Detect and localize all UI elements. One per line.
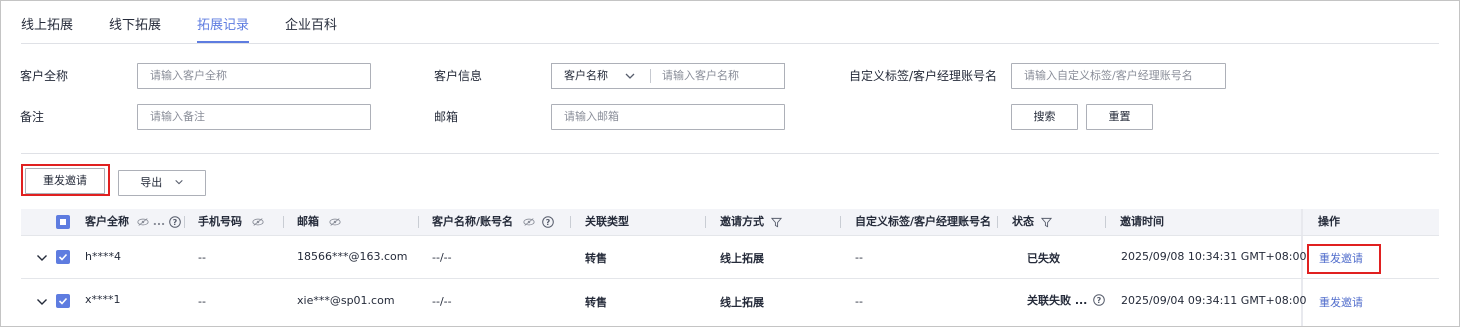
export-label: 导出 bbox=[140, 176, 163, 189]
cell-method: 线上拓展 bbox=[720, 296, 764, 309]
cell-status: 已失效 bbox=[1027, 252, 1060, 265]
cell-phone: -- bbox=[198, 251, 206, 264]
cell-email: 18566***@163.com bbox=[297, 250, 408, 263]
tab-online-expansion[interactable]: 线上拓展 bbox=[21, 1, 73, 43]
row-checkbox[interactable] bbox=[56, 250, 70, 264]
filter-icon[interactable] bbox=[770, 217, 782, 228]
tab-expansion-records[interactable]: 拓展记录 bbox=[197, 1, 250, 43]
cell-method: 线上拓展 bbox=[720, 252, 764, 265]
tab-enterprise-encyclopedia[interactable]: 企业百科 bbox=[285, 1, 337, 43]
indeterminate-icon bbox=[60, 219, 66, 225]
cell-time: 2025/09/04 09:34:11 GMT+08:00 bbox=[1121, 294, 1307, 307]
customer-full-name-label: 客户全称 bbox=[20, 69, 69, 83]
svg-text:?: ? bbox=[1097, 296, 1102, 305]
cell-email: xie***@sp01.com bbox=[297, 294, 395, 307]
filter-icon[interactable] bbox=[1040, 217, 1052, 228]
col-account: 客户名称/账号名 ? bbox=[432, 209, 554, 235]
col-invite-method-label: 邀请方式 bbox=[720, 215, 764, 228]
col-account-label: 客户名称/账号名 bbox=[432, 215, 514, 228]
eye-hidden-icon[interactable] bbox=[329, 217, 341, 227]
help-icon[interactable]: ? bbox=[169, 216, 181, 228]
col-status-label: 状态 bbox=[1012, 215, 1034, 228]
chevron-down-icon[interactable] bbox=[36, 252, 48, 264]
cell-name: x****1 bbox=[85, 293, 121, 306]
cell-status: 关联失败 ... ? bbox=[1027, 292, 1106, 308]
email-label: 邮箱 bbox=[434, 110, 459, 124]
customer-info-combo: 客户名称 请输入客户名称 bbox=[551, 63, 785, 89]
cell-phone: -- bbox=[198, 295, 206, 308]
custom-tag-label: 自定义标签/客户经理账号名 bbox=[849, 69, 998, 83]
col-email: 邮箱 bbox=[297, 209, 341, 235]
cell-relation: 转售 bbox=[585, 252, 607, 265]
tab-bar: 线上拓展 线下拓展 拓展记录 企业百科 bbox=[21, 1, 373, 43]
eye-hidden-icon[interactable] bbox=[523, 217, 535, 227]
eye-hidden-icon[interactable] bbox=[137, 217, 149, 227]
col-invite-time: 邀请时间 bbox=[1120, 215, 1164, 228]
remark-label: 备注 bbox=[20, 110, 45, 124]
col-customer-full-name-label: 客户全称 bbox=[85, 215, 129, 228]
svg-text:?: ? bbox=[173, 218, 178, 227]
svg-text:?: ? bbox=[545, 218, 550, 227]
col-custom-tag: 自定义标签/客户经理账号名 bbox=[855, 215, 992, 228]
reset-button[interactable]: 重置 bbox=[1086, 104, 1153, 130]
customer-info-select-value: 客户名称 bbox=[564, 69, 608, 82]
chevron-down-icon bbox=[175, 179, 183, 185]
customer-info-label: 客户信息 bbox=[434, 69, 483, 83]
customer-info-input[interactable]: 请输入客户名称 bbox=[651, 64, 739, 88]
eye-hidden-icon[interactable] bbox=[252, 217, 264, 227]
custom-tag-input[interactable]: 请输入自定义标签/客户经理账号名 bbox=[1011, 63, 1226, 89]
cell-status-text: 关联失败 ... bbox=[1027, 294, 1088, 307]
help-icon[interactable]: ? bbox=[541, 216, 554, 228]
tab-offline-expansion[interactable]: 线下拓展 bbox=[109, 1, 161, 43]
cell-relation: 转售 bbox=[585, 296, 607, 309]
cell-time: 2025/09/08 10:34:31 GMT+08:00 bbox=[1121, 250, 1307, 263]
table-header: 客户全称 ... ? 手机号码 邮箱 客户名称/账号名 ? 关联类型 邀请方式 bbox=[21, 209, 1439, 235]
row-divider bbox=[21, 278, 1439, 279]
help-icon[interactable]: ? bbox=[1093, 294, 1106, 306]
cell-account: --/-- bbox=[432, 295, 452, 308]
highlight-box bbox=[21, 164, 110, 196]
expansion-records-panel: 线上拓展 线下拓展 拓展记录 企业百科 客户全称 请输入客户全称 客户信息 客户… bbox=[0, 0, 1460, 327]
operations-column-shadow bbox=[1301, 209, 1303, 326]
export-button[interactable]: 导出 bbox=[118, 170, 206, 196]
cell-name: h****4 bbox=[85, 250, 121, 263]
col-customer-full-name: 客户全称 ... ? bbox=[85, 209, 181, 235]
col-status: 状态 bbox=[1012, 209, 1052, 235]
cell-account: --/-- bbox=[432, 251, 452, 264]
check-icon bbox=[58, 297, 68, 305]
col-phone-label: 手机号码 bbox=[198, 215, 242, 228]
chevron-down-icon[interactable] bbox=[36, 296, 48, 308]
col-phone: 手机号码 bbox=[198, 209, 264, 235]
col-relation-type: 关联类型 bbox=[585, 215, 629, 228]
check-icon bbox=[58, 253, 68, 261]
chevron-down-icon bbox=[625, 73, 635, 79]
customer-info-select[interactable]: 客户名称 bbox=[552, 64, 650, 88]
col-email-label: 邮箱 bbox=[297, 215, 319, 228]
customer-full-name-input[interactable]: 请输入客户全称 bbox=[137, 63, 371, 89]
cell-tag: -- bbox=[855, 295, 863, 308]
header-divider bbox=[21, 235, 1439, 236]
remark-input[interactable]: 请输入备注 bbox=[137, 104, 371, 130]
tabs-divider bbox=[21, 43, 1439, 44]
col-invite-method: 邀请方式 bbox=[720, 209, 782, 235]
col-operations: 操作 bbox=[1318, 215, 1340, 228]
select-all-checkbox[interactable] bbox=[56, 215, 70, 229]
highlight-box bbox=[1307, 244, 1381, 274]
cell-tag: -- bbox=[855, 251, 863, 264]
row-checkbox[interactable] bbox=[56, 294, 70, 308]
resend-invitation-link[interactable]: 重发邀请 bbox=[1319, 294, 1363, 310]
search-button[interactable]: 搜索 bbox=[1011, 104, 1078, 130]
email-input[interactable]: 请输入邮箱 bbox=[551, 104, 785, 130]
section-divider bbox=[21, 153, 1439, 154]
